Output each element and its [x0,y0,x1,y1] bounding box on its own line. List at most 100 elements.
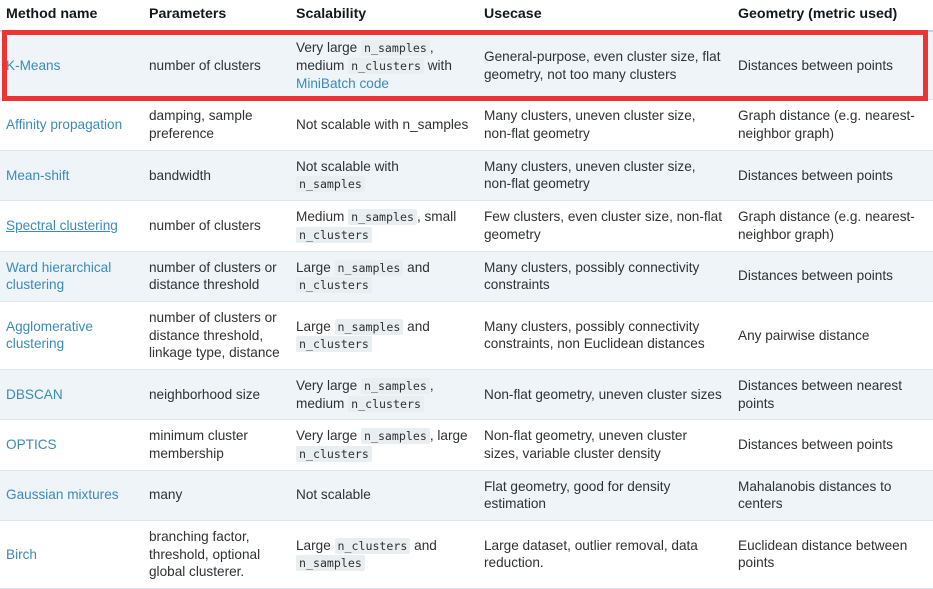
cell-geometry: Graph distance (e.g. nearest-neighbor gr… [732,99,933,151]
cell-usecase: Non-flat geometry, uneven cluster sizes,… [478,419,732,471]
cell-scalability: Not scalable with n_samples [290,99,478,151]
cell-usecase: General-purpose, even cluster size, flat… [478,31,732,101]
method-name-link[interactable]: Affinity propagation [6,117,122,132]
text-token: Not scalable [296,487,371,503]
code-token: n_clusters [296,226,372,243]
text-token: and [403,259,430,275]
minibatch-code-link[interactable]: MiniBatch code [296,76,389,91]
text-token: with [423,58,452,74]
cell-geometry: Distances between nearest points [732,369,933,421]
text-token: and [410,537,437,553]
cell-geometry: Distances between points [732,251,933,302]
table-header: Method name Parameters Scalability Useca… [0,0,933,33]
cell-parameters: damping, sample preference [143,99,290,151]
text-token: Large [296,318,335,334]
text-token: , small [416,209,457,225]
cell-parameters: many [143,470,290,521]
cell-parameters: number of clusters [143,200,290,252]
table-row: Gaussian mixtures many Not scalable Flat ge… [0,470,933,521]
cell-parameters: number of clusters [143,31,290,101]
method-name-link[interactable]: Ward hierarchical clustering [6,260,111,293]
text-token: Very large [296,377,361,393]
code-token: n_samples [360,40,430,57]
table-row: Birch branching factor, threshold, option… [0,520,933,589]
plain-token: n_samples [402,117,469,133]
table-body: K-Means number of clusters Very large n_sa… [0,31,933,589]
cell-scalability: Not scalable with n_samples [290,150,478,202]
method-name-link[interactable]: Gaussian mixtures [6,487,119,502]
cell-method-name: DBSCAN [0,369,143,421]
cell-scalability: Not scalable [290,470,478,521]
cell-geometry: Distances between points [732,31,933,101]
cell-usecase: Few clusters, even cluster size, non-fla… [478,200,732,252]
method-name-link[interactable]: K-Means [6,58,60,73]
column-header-method-name: Method name [0,0,143,33]
column-header-scalability: Scalability [290,0,478,33]
clustering-methods-table: Method name Parameters Scalability Useca… [0,0,933,589]
code-token: n_samples [296,555,365,572]
column-header-parameters: Parameters [143,0,290,33]
cell-scalability: Large n_samples and n_clusters [290,301,478,370]
column-header-usecase: Usecase [478,0,732,33]
cell-geometry: Distances between points [732,419,933,471]
cell-usecase: Many clusters, uneven cluster size, non-… [478,150,732,202]
cell-method-name: Birch [0,520,143,589]
cell-geometry: Any pairwise distance [732,301,933,370]
method-name-link[interactable]: Mean-shift [6,168,69,183]
clustering-comparison-page: Method name Parameters Scalability Useca… [0,0,933,589]
table-row: Spectral clustering number of clusters Med… [0,200,933,252]
cell-parameters: bandwidth [143,150,290,202]
code-token: n_clusters [334,537,411,554]
code-token: n_samples [360,377,430,394]
cell-scalability: Very large n_samples, medium n_clusters … [290,31,478,101]
cell-method-name: Ward hierarchical clustering [0,251,143,302]
cell-parameters: number of clusters or distance threshold… [143,301,290,370]
code-token: n_samples [334,318,404,335]
text-token: Very large [296,40,361,56]
cell-scalability: Very large n_samples, large n_clusters [290,419,478,471]
text-token: Large [296,259,335,275]
text-token: Not scalable with [296,117,403,133]
cell-scalability: Very large n_samples, medium n_clusters [290,369,478,421]
method-name-link[interactable]: Birch [6,547,37,562]
cell-scalability: Medium n_samples, small n_clusters [290,200,478,252]
code-token: n_clusters [296,445,372,462]
cell-geometry: Mahalanobis distances to centers [732,470,933,521]
method-name-link[interactable]: Spectral clustering [6,218,118,233]
cell-usecase: Many clusters, possibly connectivity con… [478,301,732,370]
method-name-link[interactable]: DBSCAN [6,387,63,402]
cell-parameters: branching factor, threshold, optional gl… [143,520,290,589]
code-token: n_clusters [296,336,372,353]
cell-method-name: Spectral clustering [0,200,143,252]
text-token: , large [429,428,468,444]
text-token: Not scalable with [296,158,399,174]
cell-usecase: Large dataset, outlier removal, data red… [478,520,732,589]
table-row: K-Means number of clusters Very large n_sa… [0,31,933,101]
table-row: Affinity propagation damping, sample pref… [0,99,933,151]
cell-geometry: Graph distance (e.g. nearest-neighbor gr… [732,200,933,252]
cell-parameters: minimum cluster membership [143,419,290,471]
cell-scalability: Large n_clusters and n_samples [290,520,478,589]
table-row: Ward hierarchical clustering number of cl… [0,251,933,302]
cell-method-name: K-Means [0,31,143,101]
cell-usecase: Non-flat geometry, uneven cluster sizes [478,369,732,421]
method-name-link[interactable]: OPTICS [6,437,57,452]
cell-geometry: Euclidean distance between points [732,520,933,589]
method-name-link[interactable]: Agglomerative clustering [6,319,93,352]
text-token: Very large [296,428,361,444]
code-token: n_clusters [296,277,372,294]
table-row: OPTICS minimum cluster membership Very lar… [0,419,933,471]
cell-scalability: Large n_samples and n_clusters [290,251,478,302]
code-token: n_samples [348,209,417,226]
cell-method-name: OPTICS [0,419,143,471]
table-row: Mean-shift bandwidth Not scalable with n_s… [0,150,933,202]
header-row: Method name Parameters Scalability Useca… [0,0,933,33]
table-row: DBSCAN neighborhood size Very large n_samp… [0,369,933,421]
cell-method-name: Mean-shift [0,150,143,202]
text-token: and [403,318,430,334]
cell-usecase: Many clusters, possibly connectivity con… [478,251,732,302]
cell-parameters: neighborhood size [143,369,290,421]
code-token: n_samples [296,176,365,193]
text-token: Medium [296,209,349,225]
code-token: n_samples [334,259,404,276]
